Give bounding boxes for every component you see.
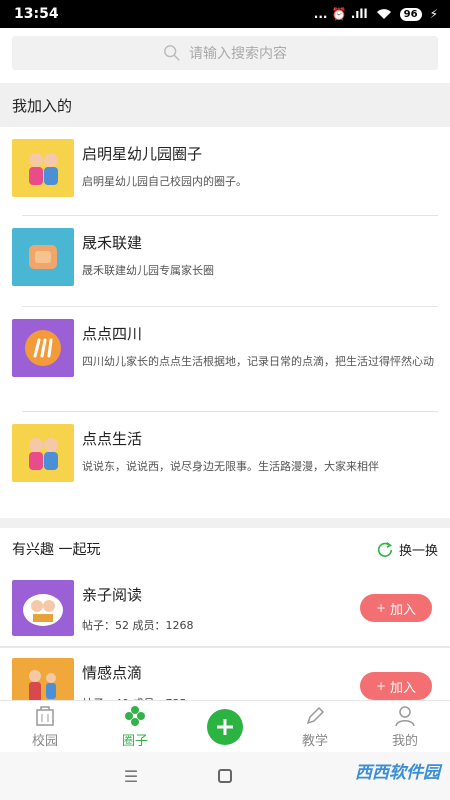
status-time: 13:54	[14, 6, 59, 22]
group-desc: 晟禾联建幼儿园专属家长圈	[82, 264, 214, 277]
kids-illustration-icon	[12, 424, 74, 482]
search-icon	[164, 45, 180, 61]
nav-item-campus[interactable]: 校园	[5, 704, 85, 749]
status-indicators: ... ⏰ .ıll 96 ⚡	[314, 7, 438, 21]
building-icon	[36, 706, 54, 726]
menu-icon[interactable]: ☰	[124, 767, 138, 786]
nav-label: 校园	[31, 734, 58, 749]
wifi-icon	[376, 9, 391, 19]
search-bar: 请输入搜索内容	[0, 28, 450, 80]
charging-icon: ⚡	[429, 7, 438, 21]
join-label: 加入	[390, 602, 417, 618]
plus-icon: +	[375, 601, 387, 615]
group-name: 启明星幼儿园圈子	[82, 145, 203, 163]
interest-section-header: 有兴趣 一起玩 换一换	[0, 528, 450, 570]
nav-item-mine[interactable]: 我的	[365, 704, 445, 749]
joined-group-list: 启明星幼儿园圈子 启明星幼儿园自己校园内的圈子。 晟禾联建 晟禾联建幼儿园专属家…	[0, 127, 450, 518]
join-button[interactable]: + 加入	[360, 594, 432, 622]
flower-icon	[125, 706, 145, 726]
add-button[interactable]	[207, 708, 243, 745]
nav-label: 教学	[301, 734, 328, 749]
join-button[interactable]: + 加入	[360, 672, 432, 700]
nav-label: 我的	[391, 734, 418, 749]
battery-indicator: 96	[399, 7, 422, 21]
join-label: 加入	[390, 680, 417, 696]
refresh-icon	[377, 542, 393, 557]
nav-item-circle[interactable]: 圈子	[95, 704, 175, 749]
group-item[interactable]: 晟禾联建 晟禾联建幼儿园专属家长圈	[0, 216, 450, 306]
group-desc: 启明星幼儿园自己校园内的圈子。	[82, 175, 247, 188]
nav-label: 圈子	[121, 734, 148, 749]
joined-section-title: 我加入的	[0, 83, 450, 127]
group-item[interactable]: 点点四川 四川幼儿家长的点点生活根据地，记录日常的点滴，把生活过得怦然心动	[0, 307, 450, 411]
reading-illustration-icon	[12, 580, 74, 636]
search-placeholder: 请输入搜索内容	[189, 46, 287, 62]
group-name: 点点四川	[82, 325, 143, 343]
plus-icon	[217, 718, 233, 735]
recommended-group-item[interactable]: 亲子阅读 帖子：52 成员：1268 + 加入	[0, 570, 450, 646]
plus-icon: +	[375, 679, 387, 693]
nav-item-add[interactable]	[185, 708, 265, 745]
status-icons: ... ⏰ .ıll	[313, 7, 368, 21]
group-name: 点点生活	[82, 430, 143, 448]
bottom-nav: 校园 圈子 教学 我的	[0, 700, 450, 752]
watermark-logo: 西西软件园	[355, 763, 440, 783]
user-icon	[395, 706, 415, 727]
kids-illustration-icon	[12, 139, 74, 197]
interest-section-title: 有兴趣 一起玩	[12, 542, 101, 558]
pen-icon	[306, 706, 325, 725]
group-desc: 说说东，说说西，说尽身边无限事。生活路漫漫，大家来相伴	[82, 460, 379, 473]
group-item[interactable]: 启明星幼儿园圈子 启明星幼儿园自己校园内的圈子。	[0, 127, 450, 215]
group-name: 晟禾联建	[82, 234, 143, 252]
section-gap	[0, 518, 450, 528]
search-input[interactable]: 请输入搜索内容	[12, 36, 438, 70]
group-item[interactable]: 点点生活 说说东，说说西，说尽身边无限事。生活路漫漫，大家来相伴	[0, 412, 450, 518]
sichuan-logo-icon	[12, 319, 74, 377]
group-logo-icon	[12, 228, 74, 286]
group-desc: 四川幼儿家长的点点生活根据地，记录日常的点滴，把生活过得怦然心动	[82, 355, 434, 368]
status-bar: 13:54 ... ⏰ .ıll 96 ⚡	[0, 0, 450, 28]
home-icon[interactable]	[218, 769, 233, 783]
refresh-button[interactable]: 换一换	[376, 540, 438, 559]
refresh-label: 换一换	[398, 543, 438, 559]
nav-item-teaching[interactable]: 教学	[275, 704, 355, 749]
